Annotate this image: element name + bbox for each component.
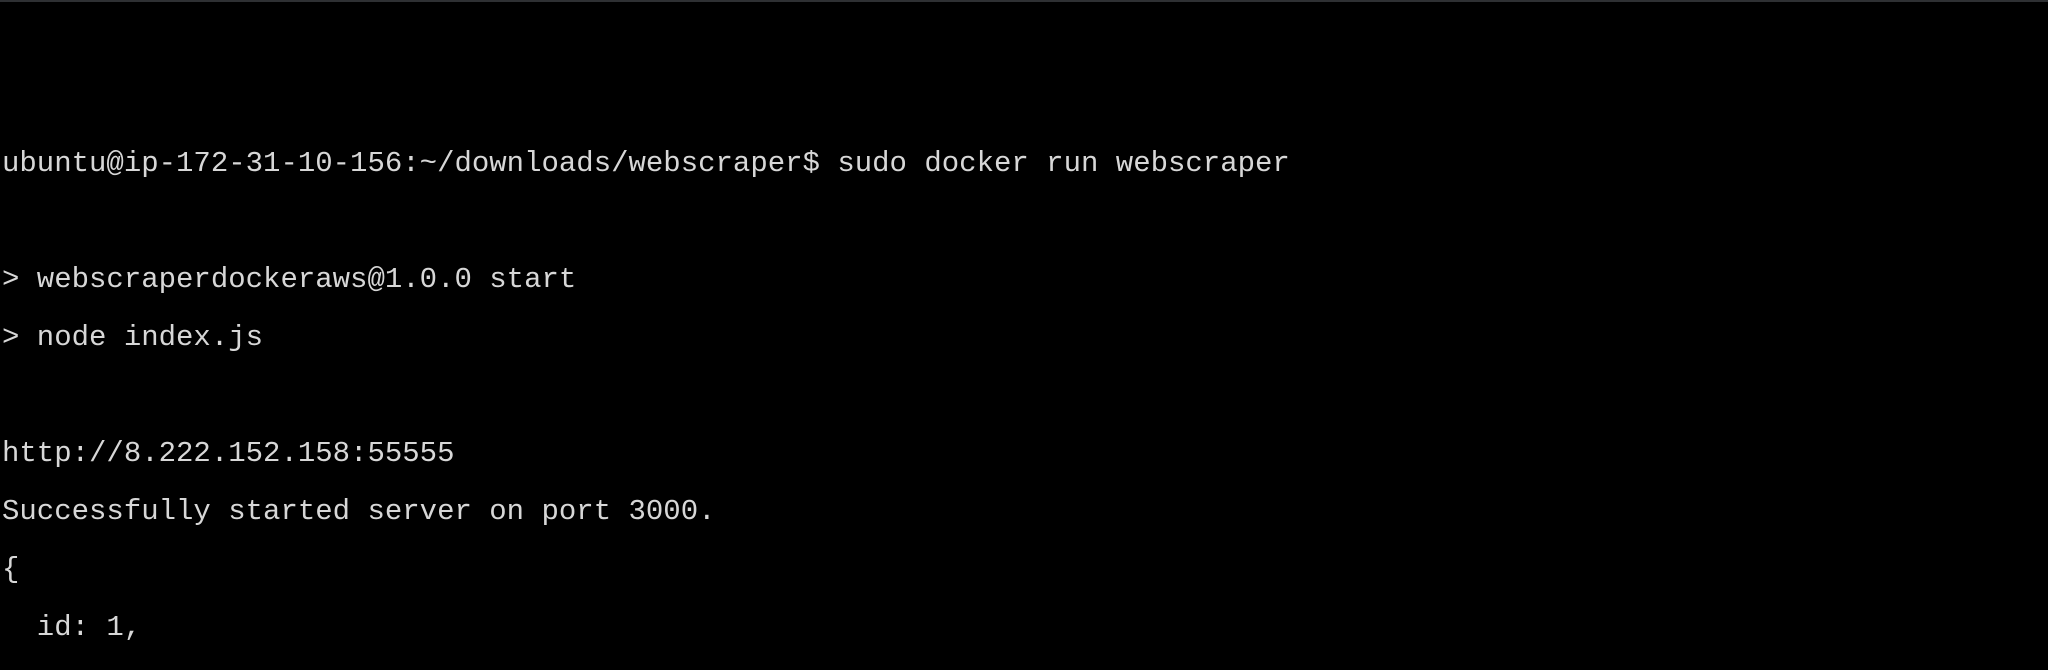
prompt-user-host-path: ubuntu@ip-172-31-10-156:~/downloads/webs… xyxy=(2,147,837,180)
npm-node-line: > node index.js xyxy=(2,323,2046,352)
output-server-started: Successfully started server on port 3000… xyxy=(2,497,2046,526)
output-id: id: 1, xyxy=(2,613,2046,642)
output-url: http://8.222.152.158:55555 xyxy=(2,439,2046,468)
npm-start-line: > webscraperdockeraws@1.0.0 start xyxy=(2,265,2046,294)
output-object-open: { xyxy=(2,555,2046,584)
blank-line xyxy=(2,207,2046,236)
terminal-prompt-line[interactable]: ubuntu@ip-172-31-10-156:~/downloads/webs… xyxy=(2,149,2046,178)
blank-line xyxy=(2,381,2046,410)
typed-command: sudo docker run webscraper xyxy=(837,147,1289,180)
